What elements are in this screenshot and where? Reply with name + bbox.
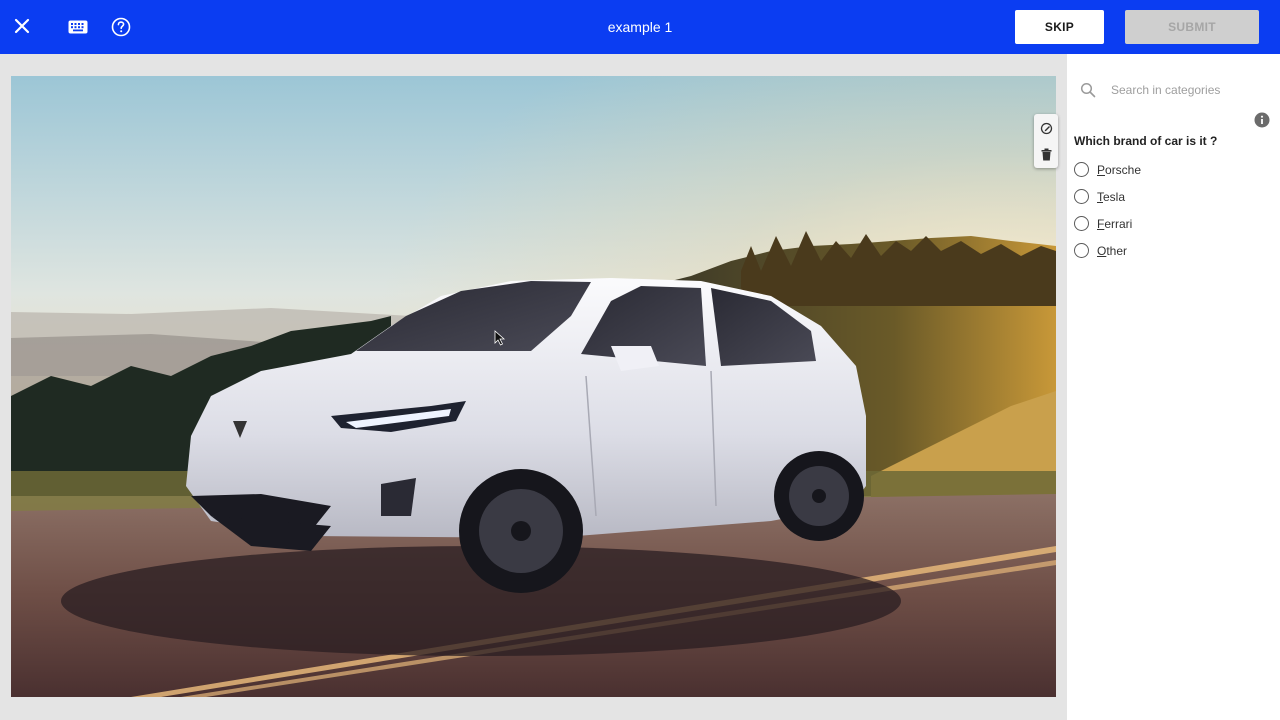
image-toolbar bbox=[1034, 114, 1058, 168]
top-bar: example 1 SKIP SUBMIT bbox=[0, 0, 1280, 54]
radio-button[interactable] bbox=[1074, 216, 1089, 231]
info-icon[interactable] bbox=[1254, 112, 1270, 128]
close-icon[interactable] bbox=[8, 12, 36, 40]
submit-button[interactable]: SUBMIT bbox=[1125, 10, 1259, 44]
option-label: Ferrari bbox=[1097, 216, 1133, 231]
mouse-cursor-icon bbox=[494, 330, 506, 346]
option-other[interactable]: Other bbox=[1074, 237, 1274, 264]
category-panel: Which brand of car is it ? Porsche Tesla… bbox=[1067, 54, 1280, 720]
option-label: Porsche bbox=[1097, 162, 1142, 177]
keyboard-icon[interactable] bbox=[64, 13, 92, 41]
option-porsche[interactable]: Porsche bbox=[1074, 156, 1274, 183]
category-search bbox=[1067, 72, 1280, 108]
search-input[interactable] bbox=[1111, 78, 1271, 102]
annotation-canvas[interactable] bbox=[0, 54, 1067, 720]
option-label: Tesla bbox=[1097, 189, 1126, 204]
option-tesla[interactable]: Tesla bbox=[1074, 183, 1274, 210]
skip-button[interactable]: SKIP bbox=[1015, 10, 1104, 44]
option-label: Other bbox=[1097, 243, 1128, 258]
trash-icon[interactable] bbox=[1034, 141, 1058, 167]
option-ferrari[interactable]: Ferrari bbox=[1074, 210, 1274, 237]
help-circle-icon[interactable] bbox=[107, 13, 135, 41]
search-icon bbox=[1080, 82, 1096, 98]
radio-button[interactable] bbox=[1074, 162, 1089, 177]
question-label: Which brand of car is it ? bbox=[1074, 134, 1218, 148]
radio-button[interactable] bbox=[1074, 243, 1089, 258]
edit-icon[interactable] bbox=[1034, 115, 1058, 141]
answer-options: Porsche Tesla Ferrari Other bbox=[1074, 156, 1274, 264]
radio-button[interactable] bbox=[1074, 189, 1089, 204]
car-image[interactable] bbox=[11, 76, 1056, 697]
